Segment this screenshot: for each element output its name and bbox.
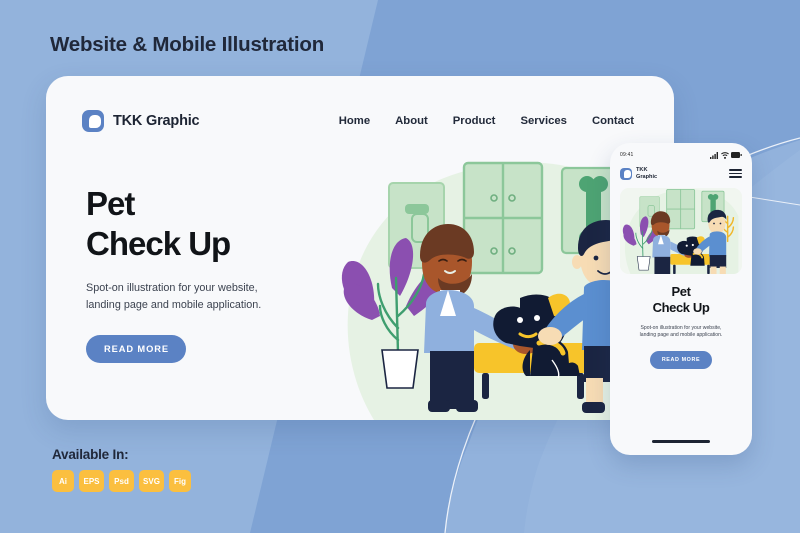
format-badge-svg[interactable]: SVG — [139, 470, 164, 492]
status-time: 09:41 — [620, 152, 634, 158]
format-badge-fig[interactable]: Fig — [169, 470, 191, 492]
mobile-hero-title: Pet Check Up — [652, 284, 710, 316]
hero-subtitle: Spot-on illustration for your website, l… — [86, 281, 262, 311]
available-label: Available In: — [52, 447, 129, 462]
hero-copy: Pet Check Up Spot-on illustration for yo… — [86, 184, 316, 364]
brand-name: TKK Graphic — [113, 113, 200, 129]
nav-links: Home About Product Services Contact — [339, 115, 634, 127]
nav-item-contact[interactable]: Contact — [592, 115, 634, 127]
battery-icon — [731, 152, 742, 158]
wifi-icon — [720, 151, 729, 159]
hero-title: Pet Check Up — [86, 185, 231, 262]
mobile-hero-illustration — [620, 188, 742, 275]
format-badge-psd[interactable]: Psd — [109, 470, 134, 492]
mobile-hero-subtitle: Spot-on illustration for your website, l… — [639, 324, 723, 339]
mobile-mockup-card: 09:41 TKK Graphic Pet Check Up Spot-on i… — [610, 143, 752, 455]
nav-item-product[interactable]: Product — [453, 115, 496, 127]
logo-mark-icon — [82, 110, 104, 132]
home-indicator[interactable] — [652, 440, 710, 443]
mobile-hero-copy: Pet Check Up Spot-on illustration for yo… — [610, 284, 752, 369]
mobile-navbar: TKK Graphic — [620, 167, 742, 180]
mobile-read-more-button[interactable]: READ MORE — [649, 350, 713, 369]
available-formats: Available In: Ai EPS Psd SVG Fig — [52, 447, 191, 492]
nav-item-about[interactable]: About — [395, 115, 428, 127]
logo-mark-icon — [620, 167, 632, 180]
mobile-brand-name: TKK Graphic — [636, 167, 658, 180]
format-badge-ai[interactable]: Ai — [52, 470, 74, 492]
format-badge-eps[interactable]: EPS — [79, 470, 104, 492]
brand-logo[interactable]: TKK Graphic — [82, 110, 200, 132]
mobile-brand-logo[interactable]: TKK Graphic — [620, 167, 657, 180]
nav-item-services[interactable]: Services — [520, 115, 566, 127]
nav-item-home[interactable]: Home — [339, 115, 370, 127]
mobile-status-bar: 09:41 — [620, 147, 742, 163]
hamburger-menu-icon[interactable] — [729, 169, 742, 178]
status-icons — [710, 151, 742, 159]
format-badges: Ai EPS Psd SVG Fig — [52, 470, 191, 492]
read-more-button[interactable]: READ MORE — [86, 335, 186, 364]
page-title: Website & Mobile Illustration — [50, 33, 325, 56]
desktop-navbar: TKK Graphic Home About Product Services … — [46, 106, 674, 136]
desktop-mockup-card: TKK Graphic Home About Product Services … — [46, 76, 674, 420]
signal-icon — [710, 151, 718, 159]
